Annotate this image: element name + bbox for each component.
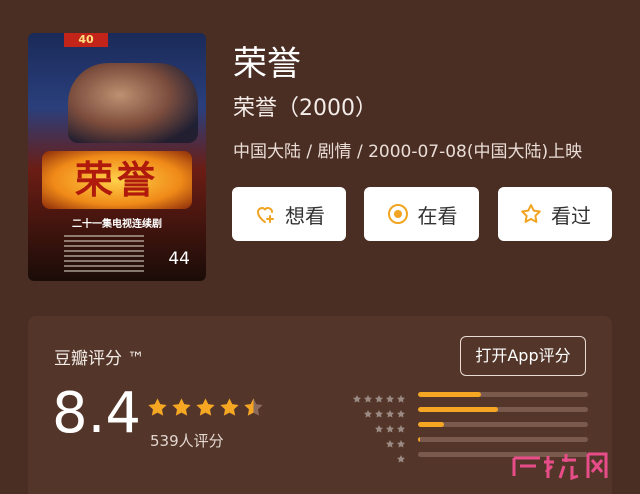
small-star-icon — [374, 419, 384, 433]
movie-meta: 中国大陆 / 剧情 / 2000-07-08(中国大陆)上映 — [233, 142, 583, 162]
poster-faces — [68, 63, 198, 143]
distribution-bar — [418, 407, 588, 412]
small-star-icon — [385, 389, 395, 403]
poster-blurb — [64, 235, 144, 275]
distribution-bar — [418, 392, 588, 397]
distribution-row — [348, 389, 608, 403]
poster-subline: 二十一集电视连续剧 — [72, 219, 162, 230]
watched-button[interactable]: 看过 — [498, 187, 612, 241]
small-star-icon — [385, 434, 395, 448]
small-star-icon — [374, 389, 384, 403]
distribution-bar-fill — [418, 392, 481, 397]
small-star-icon — [363, 389, 373, 403]
open-app-rate-button[interactable]: 打开App评分 — [460, 336, 586, 376]
distribution-bar — [418, 437, 588, 442]
small-star-icon — [396, 434, 406, 448]
distribution-row — [348, 434, 608, 448]
distribution-stars — [396, 449, 406, 463]
rating-count: 539人评分 — [150, 432, 224, 450]
small-star-icon — [396, 449, 406, 463]
movie-title: 荣誉 — [233, 44, 301, 84]
poster[interactable]: 40 荣誉 二十一集电视连续剧 44 — [28, 33, 206, 281]
small-star-icon — [385, 404, 395, 418]
watermark-logo — [506, 446, 612, 486]
distribution-stars — [374, 419, 406, 433]
rating-star-icon — [244, 398, 263, 416]
episode-count: 44 — [168, 249, 190, 269]
small-star-icon — [374, 404, 384, 418]
want-to-watch-label: 想看 — [285, 203, 325, 228]
star-outline-icon — [521, 204, 541, 223]
rating-star-icon — [196, 398, 215, 416]
small-star-icon — [396, 389, 406, 403]
distribution-bar-fill — [418, 407, 498, 412]
small-star-icon — [396, 419, 406, 433]
distribution-bar-fill — [418, 422, 444, 427]
poster-logo: 荣誉 — [42, 151, 192, 209]
distribution-bar — [418, 422, 588, 427]
distribution-stars — [363, 404, 406, 418]
movie-subtitle: 荣誉（2000） — [233, 96, 377, 121]
rating-stars — [146, 396, 265, 419]
watching-label: 在看 — [417, 203, 458, 228]
watching-button[interactable]: 在看 — [364, 187, 479, 241]
distribution-bar-fill — [418, 437, 420, 442]
douban-rating-label: 豆瓣评分 ™ — [54, 349, 145, 369]
rating-score: 8.4 — [52, 381, 142, 446]
target-dot-icon — [387, 204, 408, 224]
distribution-stars — [385, 434, 406, 448]
poster-badge: 40 — [64, 33, 108, 47]
distribution-row — [348, 419, 608, 433]
distribution-stars — [352, 389, 406, 403]
small-star-icon — [363, 404, 373, 418]
want-to-watch-button[interactable]: 想看 — [232, 187, 346, 241]
heart-plus-icon — [256, 207, 274, 223]
small-star-icon — [396, 404, 406, 418]
rating-star-icon — [148, 398, 167, 416]
distribution-row — [348, 404, 608, 418]
small-star-icon — [352, 389, 362, 403]
watched-label: 看过 — [551, 203, 591, 228]
rating-star-icon — [220, 398, 239, 416]
rating-star-icon — [172, 398, 191, 416]
small-star-icon — [385, 419, 395, 433]
